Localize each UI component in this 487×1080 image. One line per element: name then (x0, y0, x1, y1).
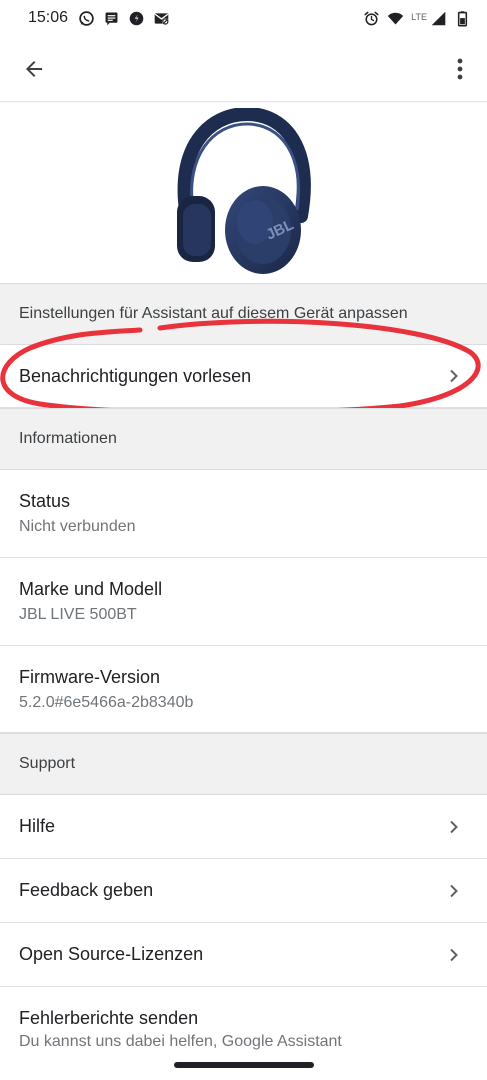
chevron-right-icon (450, 369, 458, 383)
status-bar: 15:06 LTE (0, 0, 487, 36)
bug-report-title: Fehlerberichte senden (19, 1008, 199, 1028)
message-icon (103, 10, 120, 27)
licenses-row[interactable]: Open Source-Lizenzen (0, 923, 487, 987)
arrow-back-icon (26, 60, 42, 77)
section-support-label: Support (19, 755, 76, 772)
section-assistant-label: Einstellungen für Assistant auf diesem G… (19, 305, 408, 322)
back-button[interactable] (14, 49, 54, 89)
section-info-header: Informationen (0, 408, 487, 470)
more-vert-icon (457, 58, 463, 79)
signal-icon (430, 10, 447, 27)
notifications-row[interactable]: Benachrichtigungen vorlesen (0, 345, 487, 408)
bug-report-description: Du kannst uns dabei helfen, Google Assis… (19, 1033, 342, 1050)
section-assistant-header: Einstellungen für Assistant auf diesem G… (0, 283, 487, 345)
device-image-area: JBL (0, 103, 487, 283)
section-support-header: Support (0, 733, 487, 795)
notifications-title: Benachrichtigungen vorlesen (19, 365, 252, 386)
alarm-icon (363, 10, 380, 27)
firmware-title: Firmware-Version (19, 666, 161, 687)
system-icons: LTE (363, 10, 471, 27)
more-options-button[interactable] (445, 49, 475, 89)
status-value: Nicht verbunden (19, 518, 136, 535)
status-title: Status (19, 491, 71, 511)
help-row[interactable]: Hilfe (0, 795, 487, 859)
app-bar (0, 36, 487, 102)
notification-icons (78, 10, 170, 27)
chevron-right-icon (450, 884, 458, 897)
model-value: JBL LIVE 500BT (19, 606, 137, 623)
mail-blocked-icon (153, 10, 170, 27)
licenses-title: Open Source-Lizenzen (19, 944, 204, 964)
feedback-row[interactable]: Feedback geben (0, 859, 487, 923)
status-row: Status Nicht verbunden (0, 470, 487, 558)
whatsapp-icon (78, 10, 95, 27)
firmware-row: Firmware-Version 5.2.0#6e5466a-2b8340b (0, 646, 487, 733)
model-title: Marke und Modell (19, 579, 163, 599)
gesture-nav-handle[interactable] (174, 1062, 314, 1068)
firmware-value: 5.2.0#6e5466a-2b8340b (19, 693, 194, 711)
chevron-right-icon (450, 948, 458, 961)
feedback-title: Feedback geben (19, 880, 154, 900)
help-title: Hilfe (19, 816, 56, 836)
shazam-icon (128, 10, 145, 27)
wifi-icon (387, 10, 404, 27)
headphones-image: JBL (176, 108, 311, 274)
model-row: Marke und Modell JBL LIVE 500BT (0, 558, 487, 646)
section-info-label: Informationen (19, 430, 117, 447)
status-time: 15:06 (28, 9, 69, 26)
battery-icon (454, 10, 471, 27)
chevron-right-icon (450, 820, 458, 833)
network-type: LTE (411, 11, 427, 22)
